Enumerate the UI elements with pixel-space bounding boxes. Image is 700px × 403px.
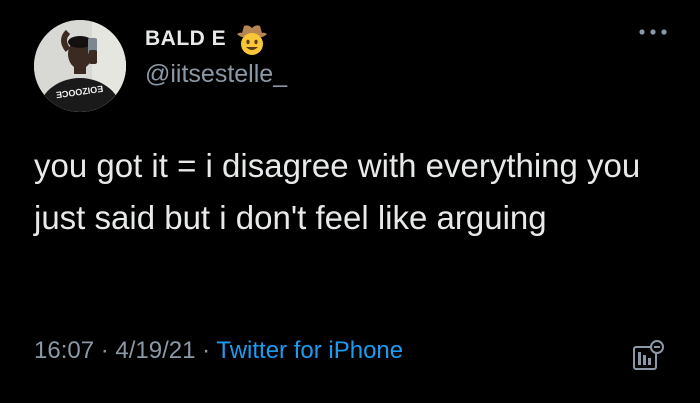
- tweet-source-link[interactable]: Twitter for iPhone: [216, 337, 403, 364]
- analytics-icon[interactable]: [632, 338, 664, 372]
- author-block: BALD E @iitsestelle_: [145, 20, 287, 89]
- meta-separator: ·: [94, 337, 116, 364]
- avatar[interactable]: ƎƆOOZIOƎ: [34, 20, 126, 112]
- tweet-card: ƎƆOOZIOƎ BALD E @iitsestelle_ you got it…: [0, 0, 700, 403]
- handle[interactable]: @iitsestelle_: [145, 60, 287, 89]
- meta-separator: ·: [195, 337, 217, 364]
- tweet-meta: 16:07 · 4/19/21 · Twitter for iPhone: [34, 337, 403, 365]
- avatar-photo: ƎƆOOZIOƎ: [34, 20, 126, 112]
- display-name[interactable]: BALD E: [145, 27, 226, 51]
- tweet-date[interactable]: 4/19/21: [115, 337, 195, 364]
- cowboy-hat-face-emoji: [237, 25, 268, 55]
- tweet-time[interactable]: 16:07: [34, 337, 94, 364]
- more-options-icon[interactable]: [636, 26, 670, 38]
- tweet-text: you got it = i disagree with everything …: [34, 147, 641, 236]
- name-row: BALD E: [145, 20, 287, 58]
